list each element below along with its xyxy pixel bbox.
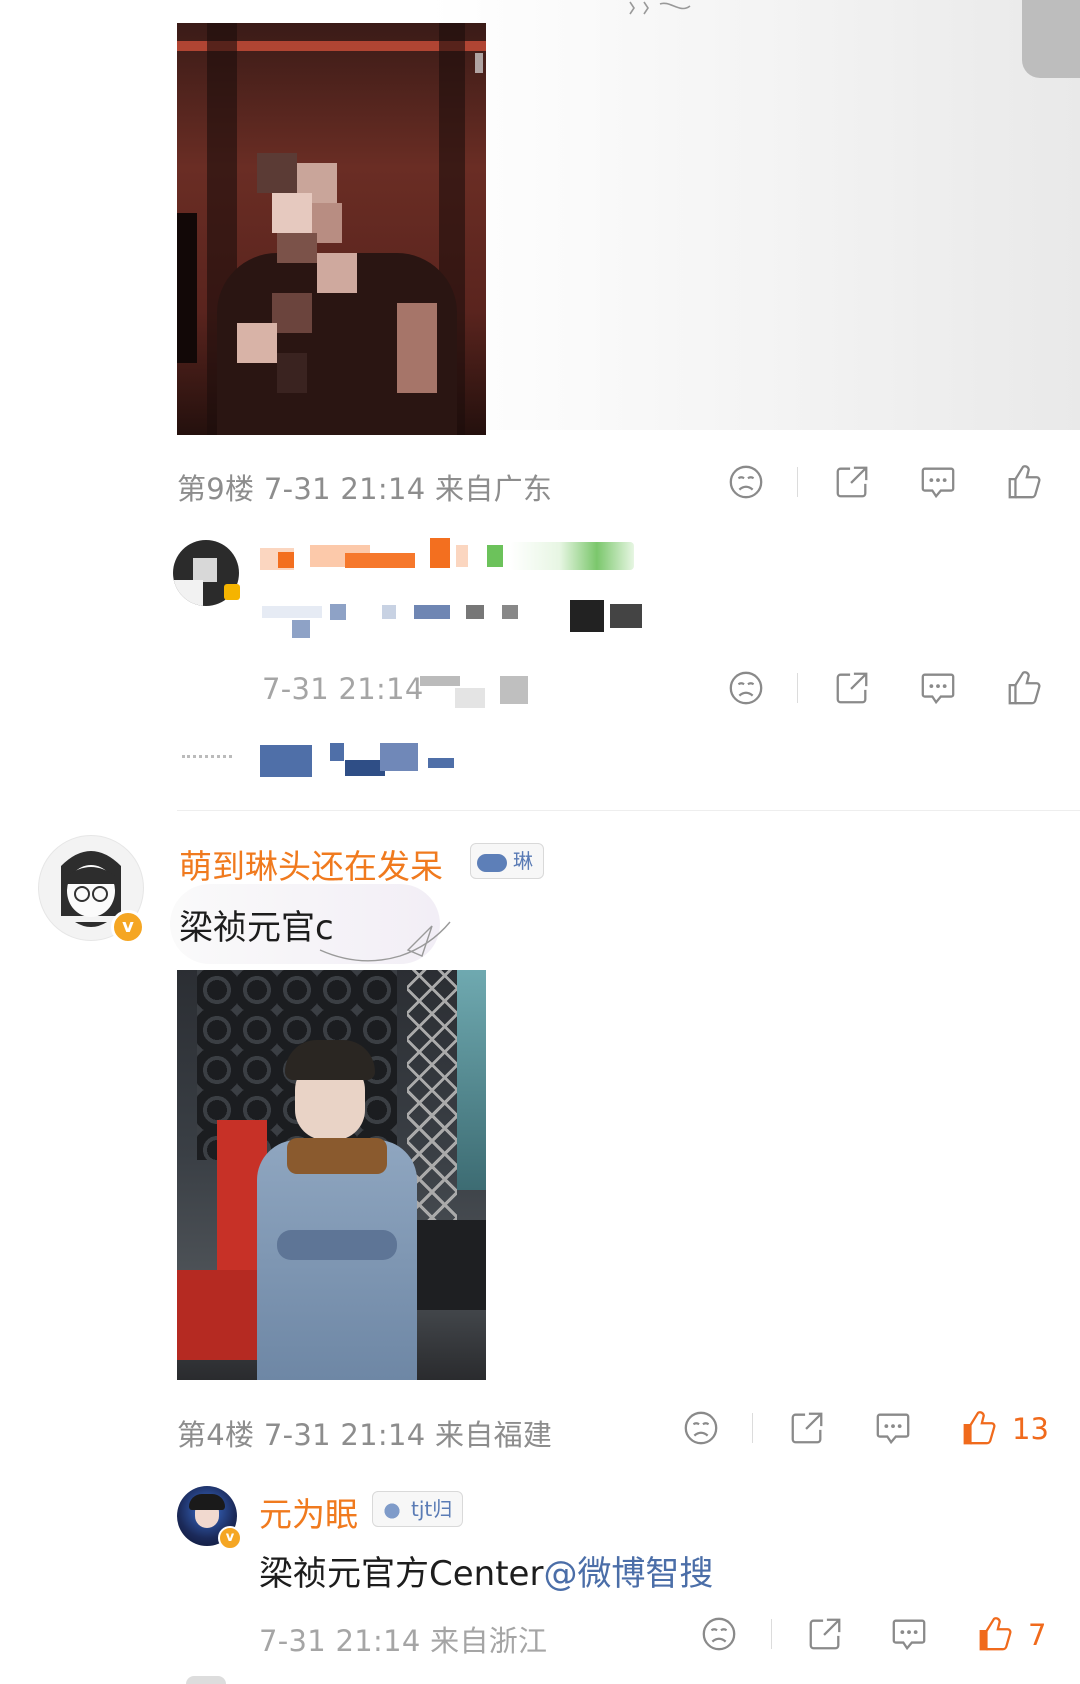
verified-badge-icon: v — [111, 910, 145, 944]
comment-4-fan-badge[interactable]: 琳 — [470, 843, 544, 879]
comment-4-text: 梁祯元官c — [179, 908, 334, 948]
comment-4-location: 来自福建 — [435, 1418, 553, 1452]
share-icon[interactable] — [788, 1409, 826, 1447]
like-icon[interactable] — [1005, 463, 1043, 501]
reply-4-location: 来自浙江 — [430, 1624, 548, 1658]
comment-9-time: 7-31 21:14 — [263, 472, 426, 506]
mention-link[interactable]: @微博智搜 — [543, 1554, 713, 1594]
reply-4-text: 梁祯元官方Center@微博智搜 — [259, 1554, 714, 1594]
share-icon[interactable] — [833, 669, 871, 707]
reply-4-username[interactable]: 元为眠 — [259, 1488, 358, 1536]
feather-decoration — [319, 921, 451, 962]
comment-9-location: 来自广东 — [435, 472, 553, 506]
clover-icon — [379, 1497, 405, 1524]
comment-icon[interactable] — [919, 669, 957, 707]
action-separator — [797, 673, 798, 703]
reply-verified-icon — [224, 584, 240, 600]
next-avatar-peek — [186, 1676, 226, 1684]
sparkle-decoration — [629, 1, 691, 15]
dislike-icon[interactable] — [682, 1409, 720, 1447]
reply-meta: 7-31 21:14 — [262, 672, 424, 706]
reply-4-fan-badge[interactable]: tjt归 — [372, 1491, 464, 1527]
dislike-icon[interactable] — [727, 463, 765, 501]
dislike-icon[interactable] — [727, 669, 765, 707]
comment-9-meta: 第9楼 7-31 21:14 来自广东 — [177, 466, 552, 508]
comment-icon[interactable] — [919, 463, 957, 501]
comment-icon[interactable] — [874, 1409, 912, 1447]
share-icon[interactable] — [833, 463, 871, 501]
reply-4-like-count: 7 — [1028, 1618, 1047, 1652]
action-separator — [797, 467, 798, 497]
like-icon-active[interactable] — [960, 1409, 998, 1447]
share-icon[interactable] — [806, 1615, 844, 1653]
verified-badge-icon: v — [218, 1526, 242, 1550]
like-icon-active[interactable] — [976, 1615, 1014, 1653]
like-icon[interactable] — [1005, 669, 1043, 707]
comment-4-meta: 第4楼 7-31 21:14 来自福建 — [177, 1412, 552, 1454]
comment-4-floor: 第4楼 — [177, 1418, 255, 1452]
comment-divider — [177, 810, 1080, 811]
action-separator — [752, 1413, 753, 1443]
comment-4-time: 7-31 21:14 — [263, 1418, 426, 1452]
comment-4-username[interactable]: 萌到琳头还在发呆 — [179, 840, 443, 888]
action-separator — [771, 1619, 772, 1649]
more-replies-dots — [182, 755, 232, 762]
comment-icon[interactable] — [890, 1615, 928, 1653]
corner-tab — [1022, 0, 1080, 78]
fan-badge-icon — [477, 853, 507, 872]
reply-4-meta: 7-31 21:14 来自浙江 — [259, 1618, 547, 1660]
top-right-gradient — [430, 0, 1080, 430]
comment-4-like-count: 13 — [1012, 1412, 1049, 1446]
dislike-icon[interactable] — [700, 1615, 738, 1653]
comment-9-floor: 第9楼 — [177, 472, 255, 506]
comment-4-photo[interactable] — [177, 970, 486, 1380]
reply-4-time: 7-31 21:14 — [259, 1624, 421, 1658]
reply-time: 7-31 21:14 — [262, 672, 424, 706]
comment-9-photo[interactable] — [177, 23, 486, 435]
